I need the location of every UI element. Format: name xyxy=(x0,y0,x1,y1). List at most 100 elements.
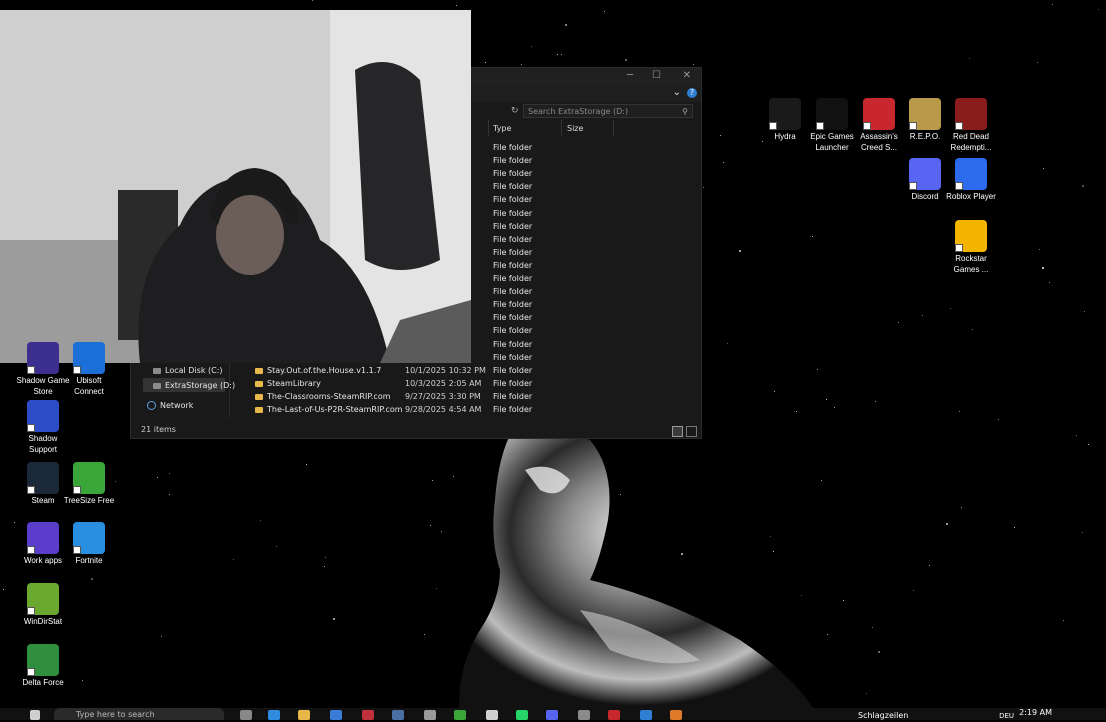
refresh-icon[interactable]: ↻ xyxy=(511,106,519,116)
expand-ribbon-icon[interactable]: ⌄ xyxy=(673,87,681,98)
type-cell: File folder xyxy=(493,405,533,414)
shortcut-arrow-icon xyxy=(816,122,824,130)
type-cell: File folder xyxy=(493,156,533,166)
shortcut-arrow-icon xyxy=(27,424,35,432)
steam-taskbar-icon[interactable] xyxy=(392,710,404,720)
clock[interactable]: 2:19 AM xyxy=(1019,708,1052,717)
delta-force-icon xyxy=(27,644,59,676)
help-icon[interactable]: ? xyxy=(687,88,697,98)
desktop-icon-delta-force[interactable]: Delta Force xyxy=(15,644,71,689)
column-separator[interactable] xyxy=(561,120,562,136)
desktop-icon-treesize[interactable]: TreeSize Free xyxy=(61,462,117,507)
wallpaper-chrome-figure xyxy=(459,431,820,720)
settings-icon[interactable] xyxy=(424,710,436,720)
windirstat-icon xyxy=(27,583,59,615)
hydra-taskbar-icon[interactable] xyxy=(486,710,498,720)
app-taskbar-icon[interactable] xyxy=(578,710,590,720)
star xyxy=(946,523,948,525)
star xyxy=(723,162,724,163)
nav-item-local-disk[interactable]: Local Disk (C:) xyxy=(153,366,223,375)
type-cell: File folder xyxy=(493,221,533,231)
large-icons-view-icon[interactable] xyxy=(686,426,697,437)
file-row-name[interactable]: SteamLibrary xyxy=(255,379,321,388)
discord-taskbar-icon[interactable] xyxy=(546,710,558,720)
star xyxy=(557,54,558,55)
star xyxy=(1043,168,1044,169)
file-row-name[interactable]: Stay.Out.of.the.House.v1.1.7 xyxy=(255,366,381,375)
shortcut-arrow-icon xyxy=(73,366,81,374)
repo-icon xyxy=(909,98,941,130)
star xyxy=(872,627,873,628)
view-toggle xyxy=(669,422,697,441)
type-cell: File folder xyxy=(493,143,533,152)
close-icon[interactable]: ✕ xyxy=(683,70,691,81)
nav-label: Local Disk (C:) xyxy=(165,366,223,375)
star xyxy=(1082,532,1083,533)
search-placeholder: Type here to search xyxy=(76,710,155,719)
file-name: Stay.Out.of.the.House.v1.1.7 xyxy=(267,366,382,375)
desktop-icon-windirstat[interactable]: WinDirStat xyxy=(15,583,71,628)
file-explorer-icon[interactable] xyxy=(298,710,310,720)
file-row-name[interactable]: The-Last-of-Us-P2R-SteamRIP.com xyxy=(255,405,403,414)
type-cell: File folder xyxy=(493,182,533,192)
type-cell: File folder xyxy=(493,169,533,179)
star xyxy=(161,636,162,637)
column-header-size[interactable]: Size xyxy=(567,124,583,133)
desktop-icon-red-dead[interactable]: Red Dead Redempti... xyxy=(943,98,999,153)
star xyxy=(913,590,914,591)
desktop-icon-ubisoft[interactable]: Ubisoft Connect xyxy=(61,342,117,397)
file-row-name[interactable]: The-Classrooms-SteamRIP.com xyxy=(255,392,391,401)
edge-icon[interactable] xyxy=(268,710,280,720)
desktop-icon-label: WinDirStat xyxy=(23,617,63,626)
minimize-icon[interactable]: ─ xyxy=(627,70,633,81)
column-header-type[interactable]: Type xyxy=(493,124,511,133)
nav-item-network[interactable]: Network xyxy=(147,401,193,410)
star xyxy=(436,588,437,589)
star xyxy=(1049,282,1050,283)
news-widget[interactable]: Schlagzeilen xyxy=(858,711,908,720)
nav-item-extrastorage[interactable]: ExtraStorage (D:) xyxy=(153,381,235,390)
shortcut-arrow-icon xyxy=(863,122,871,130)
nav-label: ExtraStorage (D:) xyxy=(165,381,236,390)
star xyxy=(834,407,835,408)
app-taskbar-icon[interactable] xyxy=(640,710,652,720)
desktop-icon-roblox[interactable]: Roblox Player xyxy=(943,158,999,203)
star xyxy=(1063,620,1064,621)
star xyxy=(432,480,433,481)
star xyxy=(812,236,813,237)
star xyxy=(1098,9,1099,10)
desktop-icon-rockstar[interactable]: Rockstar Games ... xyxy=(943,220,999,275)
file-row-date: 9/28/2025 4:54 AM xyxy=(405,405,482,414)
opera-icon[interactable] xyxy=(362,710,374,720)
language-indicator[interactable]: DEU xyxy=(999,712,1014,720)
desktop-icon-shadow-support[interactable]: Shadow Support xyxy=(15,400,71,455)
column-separator[interactable] xyxy=(613,120,614,136)
maximize-icon[interactable]: ☐ xyxy=(652,70,661,81)
app-taskbar-icon[interactable] xyxy=(608,710,620,720)
app-taskbar-icon[interactable] xyxy=(670,710,682,720)
store-icon[interactable] xyxy=(330,710,342,720)
type-cell: File folder xyxy=(493,260,533,270)
search-placeholder: Search ExtraStorage (D:) xyxy=(528,107,629,116)
start-icon[interactable] xyxy=(30,710,40,720)
shortcut-arrow-icon xyxy=(769,122,777,130)
work-apps-icon xyxy=(27,522,59,554)
folder-icon xyxy=(255,406,263,413)
star xyxy=(1076,435,1077,436)
taskbar-search-input[interactable]: Type here to search xyxy=(54,708,224,720)
folder-icon xyxy=(255,367,263,374)
details-view-icon[interactable] xyxy=(672,426,683,437)
xbox-icon[interactable] xyxy=(454,710,466,720)
star xyxy=(325,557,326,558)
star xyxy=(233,559,234,560)
desktop-icon-fortnite[interactable]: Fortnite xyxy=(61,522,117,567)
epic-games-icon xyxy=(816,98,848,130)
task-view-icon[interactable] xyxy=(240,710,252,720)
type-cell: File folder xyxy=(493,274,533,283)
type-cell: File folder xyxy=(493,352,533,362)
column-separator[interactable] xyxy=(488,120,489,136)
network-icon xyxy=(147,401,156,410)
search-input[interactable]: Search ExtraStorage (D:) ⚲ xyxy=(523,104,693,118)
whatsapp-icon[interactable] xyxy=(516,710,528,720)
type-cell: File folder xyxy=(493,313,533,323)
